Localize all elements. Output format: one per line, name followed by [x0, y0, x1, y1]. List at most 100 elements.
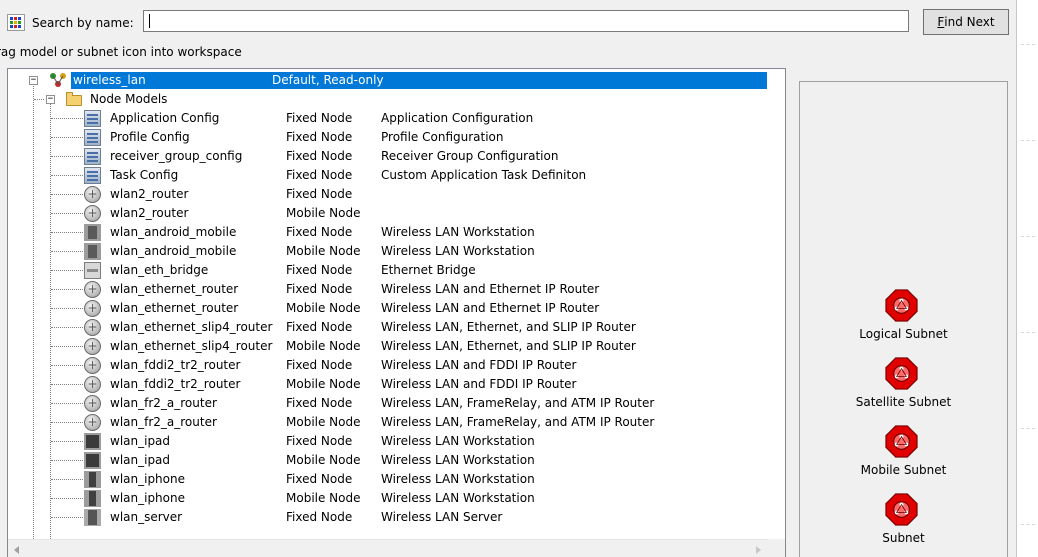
scroll-right-button[interactable]: [750, 541, 767, 557]
config-icon: [84, 148, 101, 165]
tree-row[interactable]: wlan_ipad Mobile Node Wireless LAN Worksta…: [8, 451, 768, 470]
tree-line: [51, 346, 83, 347]
subnet-item[interactable]: Satellite Subnet: [800, 357, 1007, 417]
tree-row[interactable]: wlan_fr2_a_router Mobile Node Wireless LAN…: [8, 413, 768, 432]
satellite-subnet-icon: [885, 357, 918, 390]
node-name: wlan2_router: [110, 187, 189, 201]
node-description: Ethernet Bridge: [381, 263, 476, 277]
arrow-right-icon: [756, 545, 761, 554]
node-type: Fixed Node: [286, 225, 353, 239]
tree-row-root[interactable]: − wireless_lan Default, Read-only: [8, 71, 768, 90]
server-icon: [84, 509, 101, 526]
tree-line: [34, 99, 44, 100]
subnet-item[interactable]: Logical Subnet: [800, 289, 1007, 349]
tree-row[interactable]: wlan_android_mobile Fixed Node Wireless LA…: [8, 223, 768, 242]
search-input[interactable]: [143, 10, 909, 32]
node-type: Mobile Node: [286, 377, 361, 391]
subnet-label: Subnet: [882, 531, 925, 545]
tree-line: [51, 422, 83, 423]
router-icon: [84, 319, 101, 336]
tree-line: [51, 498, 83, 499]
node-description: Wireless LAN, FrameRelay, and ATM IP Rou…: [381, 396, 655, 410]
node-description: Wireless LAN and FDDI IP Router: [381, 358, 577, 372]
node-description: Wireless LAN Workstation: [381, 453, 535, 467]
tree-row[interactable]: wlan_ethernet_slip4_router Fixed Node Wire…: [8, 318, 768, 337]
find-next-button[interactable]: Find Next: [923, 9, 1009, 35]
grid-tick: [1021, 140, 1035, 141]
horizontal-scrollbar[interactable]: [8, 539, 768, 557]
tree-line: [51, 517, 83, 518]
tree-row[interactable]: wlan_fddi2_tr2_router Mobile Node Wireless…: [8, 375, 768, 394]
model-tree[interactable]: − wireless_lan Default, Read-only − Node…: [7, 68, 786, 557]
router-icon: [84, 414, 101, 431]
node-description: Custom Application Task Definiton: [381, 168, 587, 182]
node-name: wlan_fddi2_tr2_router: [110, 358, 241, 372]
grid-tick: [1021, 44, 1035, 45]
find-next-label: ind Next: [944, 15, 995, 29]
tree-row[interactable]: Profile Config Fixed Node Profile Configur…: [8, 128, 768, 147]
node-name: wlan_android_mobile: [110, 225, 237, 239]
tree-line: [51, 289, 83, 290]
tree-row[interactable]: wlan_iphone Fixed Node Wireless LAN Workst…: [8, 470, 768, 489]
ipad-icon: [84, 452, 101, 469]
config-icon: [84, 167, 101, 184]
router-icon: [84, 376, 101, 393]
subnet-label: Mobile Subnet: [860, 463, 947, 477]
tree-line: [51, 156, 83, 157]
node-name: wlan_ethernet_slip4_router: [110, 320, 273, 334]
node-description: Wireless LAN and Ethernet IP Router: [381, 301, 600, 315]
node-description: Application Configuration: [381, 111, 534, 125]
node-name: wlan2_router: [110, 206, 189, 220]
node-type: Fixed Node: [286, 168, 353, 182]
node-description: Wireless LAN Server: [381, 510, 503, 524]
tree-row[interactable]: wlan2_router Fixed Node: [8, 185, 768, 204]
tree-row[interactable]: Application Config Fixed Node Application …: [8, 109, 768, 128]
node-type: Mobile Node: [286, 453, 361, 467]
scroll-left-button[interactable]: [8, 541, 25, 557]
tree-row[interactable]: wlan_server Fixed Node Wireless LAN Server: [8, 508, 768, 527]
tree-folder-node-models[interactable]: − Node Models: [8, 90, 768, 109]
tree-row[interactable]: receiver_group_config Fixed Node Receiver …: [8, 147, 768, 166]
tree-row[interactable]: wlan_fddi2_tr2_router Fixed Node Wireless …: [8, 356, 768, 375]
tree-row[interactable]: wlan2_router Mobile Node: [8, 204, 768, 223]
workspace-edge: [1016, 0, 1038, 557]
config-icon: [84, 129, 101, 146]
tree-line: [51, 460, 83, 461]
phone-icon: [84, 471, 101, 488]
tree-row[interactable]: wlan_fr2_a_router Fixed Node Wireless LAN,…: [8, 394, 768, 413]
router-icon: [84, 186, 101, 203]
tree-line: [51, 175, 83, 176]
router-icon: [84, 300, 101, 317]
subnet-item[interactable]: Mobile Subnet: [800, 425, 1007, 485]
node-type: Fixed Node: [286, 111, 353, 125]
tree-row[interactable]: wlan_ethernet_router Mobile Node Wireless …: [8, 299, 768, 318]
node-name: wlan_fr2_a_router: [110, 396, 217, 410]
subnet-panel: Logical Subnet Satellite Subnet Mobile Sub…: [799, 81, 1008, 557]
tree-row[interactable]: wlan_android_mobile Mobile Node Wireless L…: [8, 242, 768, 261]
node-name: wlan_iphone: [110, 491, 185, 505]
node-description: Wireless LAN, Ethernet, and SLIP IP Rout…: [381, 339, 636, 353]
node-name: wlan_android_mobile: [110, 244, 237, 258]
tree-row[interactable]: wlan_ipad Fixed Node Wireless LAN Workstat…: [8, 432, 768, 451]
tree-row[interactable]: Task Config Fixed Node Custom Application …: [8, 166, 768, 185]
node-name: wlan_fddi2_tr2_router: [110, 377, 241, 391]
config-icon: [84, 110, 101, 127]
node-description: Wireless LAN Workstation: [381, 434, 535, 448]
node-type: Mobile Node: [286, 415, 361, 429]
text-caret: [149, 14, 150, 28]
palette-grid-icon[interactable]: [7, 14, 25, 31]
find-next-mnemonic: F: [937, 15, 945, 29]
tree-line: [51, 403, 83, 404]
tree-row[interactable]: wlan_ethernet_router Fixed Node Wireless L…: [8, 280, 768, 299]
collapse-icon[interactable]: −: [29, 76, 38, 85]
tree-line: [51, 118, 83, 119]
subnet-item[interactable]: Subnet: [800, 493, 1007, 553]
tree-row[interactable]: wlan_eth_bridge Fixed Node Ethernet Bridge: [8, 261, 768, 280]
tree-row[interactable]: wlan_ethernet_slip4_router Mobile Node Wir…: [8, 337, 768, 356]
tree-line: [51, 232, 83, 233]
tree-line: [51, 213, 83, 214]
tree-row[interactable]: wlan_iphone Mobile Node Wireless LAN Works…: [8, 489, 768, 508]
collapse-icon[interactable]: −: [46, 95, 55, 104]
router-icon: [84, 338, 101, 355]
selection-highlight: [71, 72, 767, 89]
